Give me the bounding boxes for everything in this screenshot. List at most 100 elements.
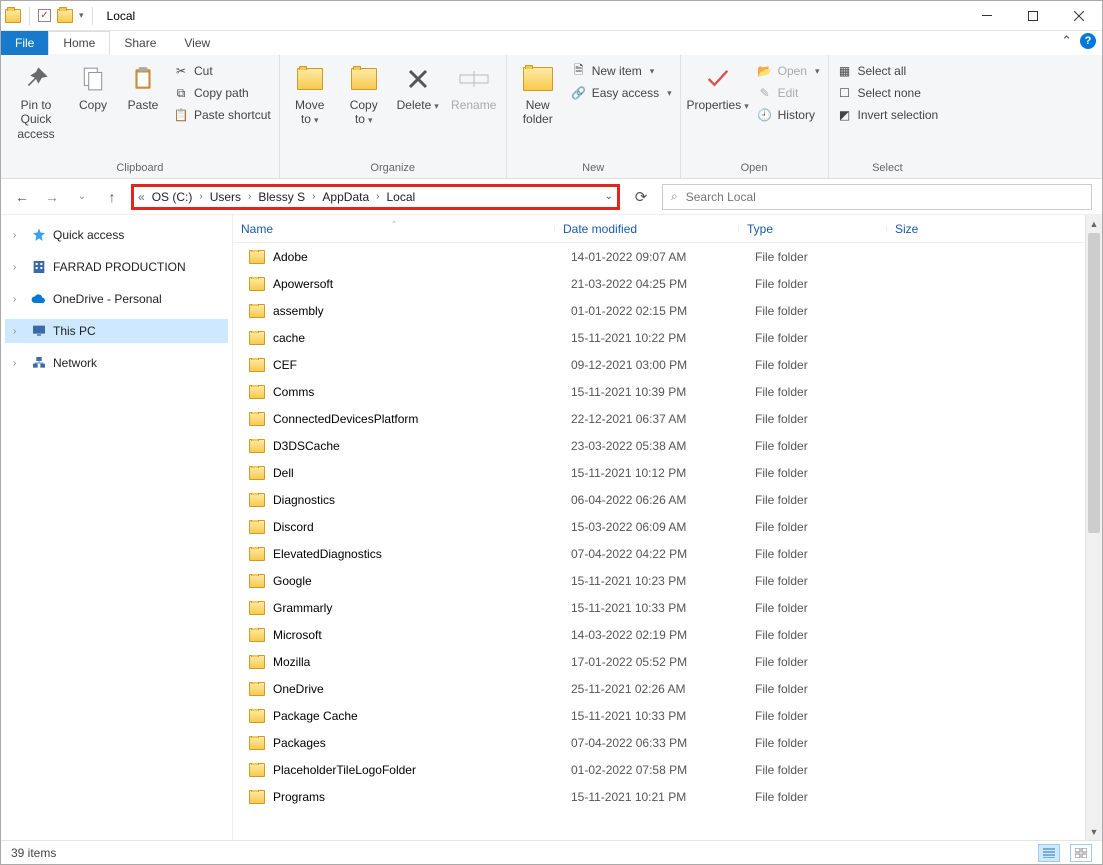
- file-row[interactable]: Dell15-11-2021 10:12 PMFile folder: [233, 459, 1085, 486]
- file-type: File folder: [747, 466, 895, 480]
- paste-shortcut-icon: 📋: [173, 107, 189, 123]
- file-row[interactable]: Discord15-03-2022 06:09 AMFile folder: [233, 513, 1085, 540]
- file-row[interactable]: ElevatedDiagnostics07-04-2022 04:22 PMFi…: [233, 540, 1085, 567]
- breadcrumb-item[interactable]: Local: [381, 188, 420, 206]
- sidebar-item[interactable]: ›Network: [5, 351, 228, 375]
- history-button[interactable]: 🕘History: [755, 105, 822, 125]
- sidebar-item[interactable]: ›This PC: [5, 319, 228, 343]
- expand-icon[interactable]: ›: [13, 230, 25, 241]
- breadcrumb-item[interactable]: OS (C:): [147, 188, 198, 206]
- content: ˆName Date modified Type Size Adobe14-01…: [233, 215, 1085, 840]
- edit-button[interactable]: ✎Edit: [755, 83, 822, 103]
- tab-file[interactable]: File: [1, 31, 48, 55]
- paste-shortcut-button[interactable]: 📋Paste shortcut: [171, 105, 273, 125]
- select-all-button[interactable]: ▦Select all: [835, 61, 941, 81]
- chevron-right-icon[interactable]: ›: [248, 191, 251, 202]
- easy-access-button[interactable]: 🔗Easy access▾: [569, 83, 674, 103]
- scroll-up-icon[interactable]: ▲: [1086, 215, 1102, 232]
- copy-path-button[interactable]: ⧉Copy path: [171, 83, 273, 103]
- file-row[interactable]: Mozilla17-01-2022 05:52 PMFile folder: [233, 648, 1085, 675]
- breadcrumb-item[interactable]: Users: [205, 188, 246, 206]
- file-row[interactable]: assembly01-01-2022 02:15 PMFile folder: [233, 297, 1085, 324]
- invert-selection-button[interactable]: ◩Invert selection: [835, 105, 941, 125]
- col-name[interactable]: ˆName: [233, 222, 555, 236]
- col-date[interactable]: Date modified: [555, 222, 739, 236]
- sidebar-item[interactable]: ›OneDrive - Personal: [5, 287, 228, 311]
- select-none-button[interactable]: ☐Select none: [835, 83, 941, 103]
- back-button[interactable]: ←: [11, 186, 33, 208]
- file-row[interactable]: Apowersoft21-03-2022 04:25 PMFile folder: [233, 270, 1085, 297]
- col-type[interactable]: Type: [739, 222, 887, 236]
- expand-icon[interactable]: ›: [13, 358, 25, 369]
- new-item-button[interactable]: 🗎New item▾: [569, 61, 674, 81]
- delete-button[interactable]: Delete▾: [394, 61, 442, 114]
- tab-share[interactable]: Share: [110, 31, 170, 55]
- chevron-right-icon[interactable]: ›: [199, 191, 202, 202]
- help-icon[interactable]: ?: [1080, 33, 1096, 49]
- breadcrumb-item[interactable]: AppData: [317, 188, 374, 206]
- open-button[interactable]: 📂Open▾: [755, 61, 822, 81]
- tab-view[interactable]: View: [170, 31, 224, 55]
- sidebar-item[interactable]: ›Quick access: [5, 223, 228, 247]
- qat-checkbox[interactable]: ✓: [38, 9, 51, 22]
- file-row[interactable]: Grammarly15-11-2021 10:33 PMFile folder: [233, 594, 1085, 621]
- pin-to-quick-access-button[interactable]: Pin to Quick access: [7, 61, 65, 143]
- forward-button[interactable]: →: [41, 186, 63, 208]
- properties-button[interactable]: Properties▾: [687, 61, 749, 114]
- thumbnails-view-button[interactable]: [1070, 844, 1092, 862]
- file-row[interactable]: D3DSCache23-03-2022 05:38 AMFile folder: [233, 432, 1085, 459]
- file-row[interactable]: OneDrive25-11-2021 02:26 AMFile folder: [233, 675, 1085, 702]
- copy-to-button[interactable]: Copy to▾: [340, 61, 388, 129]
- up-button[interactable]: ↑: [101, 186, 123, 208]
- file-date: 01-02-2022 07:58 PM: [563, 763, 747, 777]
- minimize-button[interactable]: [964, 1, 1010, 31]
- close-button[interactable]: [1056, 1, 1102, 31]
- chevron-right-icon[interactable]: ›: [312, 191, 315, 202]
- file-row[interactable]: Programs15-11-2021 10:21 PMFile folder: [233, 783, 1085, 810]
- scrollbar[interactable]: ▲ ▼: [1085, 215, 1102, 840]
- file-row[interactable]: Adobe14-01-2022 09:07 AMFile folder: [233, 243, 1085, 270]
- file-row[interactable]: Google15-11-2021 10:23 PMFile folder: [233, 567, 1085, 594]
- copy-button[interactable]: Copy: [71, 61, 115, 114]
- cut-button[interactable]: ✂Cut: [171, 61, 273, 81]
- tab-home[interactable]: Home: [48, 31, 110, 55]
- file-date: 21-03-2022 04:25 PM: [563, 277, 747, 291]
- details-view-button[interactable]: [1038, 844, 1060, 862]
- move-to-button[interactable]: Move to▾: [286, 61, 334, 129]
- expand-icon[interactable]: ›: [13, 294, 25, 305]
- chevron-right-icon[interactable]: ›: [376, 191, 379, 202]
- paste-button[interactable]: Paste: [121, 61, 165, 114]
- address-dropdown[interactable]: ⌄: [605, 191, 613, 202]
- sidebar-item[interactable]: ›FARRAD PRODUCTION: [5, 255, 228, 279]
- breadcrumb-item[interactable]: Blessy S: [253, 188, 310, 206]
- group-organize: Move to▾ Copy to▾ Delete▾ Rename Organiz…: [280, 55, 507, 178]
- new-folder-button[interactable]: New folder: [513, 61, 563, 129]
- folder-icon[interactable]: [57, 9, 73, 23]
- scroll-down-icon[interactable]: ▼: [1086, 823, 1102, 840]
- maximize-button[interactable]: [1010, 1, 1056, 31]
- expand-icon[interactable]: ›: [13, 326, 25, 337]
- file-row[interactable]: ConnectedDevicesPlatform22-12-2021 06:37…: [233, 405, 1085, 432]
- file-row[interactable]: Package Cache15-11-2021 10:33 PMFile fol…: [233, 702, 1085, 729]
- file-row[interactable]: cache15-11-2021 10:22 PMFile folder: [233, 324, 1085, 351]
- recent-locations-button[interactable]: ⌄: [71, 186, 93, 208]
- qat-dropdown[interactable]: ▾: [79, 10, 84, 21]
- file-row[interactable]: PlaceholderTileLogoFolder01-02-2022 07:5…: [233, 756, 1085, 783]
- col-size[interactable]: Size: [887, 222, 1085, 236]
- file-row[interactable]: Microsoft14-03-2022 02:19 PMFile folder: [233, 621, 1085, 648]
- file-row[interactable]: Diagnostics06-04-2022 06:26 AMFile folde…: [233, 486, 1085, 513]
- group-label: New: [513, 160, 674, 176]
- search-input[interactable]: [686, 190, 1083, 204]
- refresh-button[interactable]: ⟳: [628, 184, 654, 210]
- rename-button[interactable]: Rename: [448, 61, 500, 114]
- scroll-thumb[interactable]: [1088, 233, 1100, 533]
- folder-icon: [249, 304, 265, 318]
- address-bar[interactable]: « OS (C:)› Users› Blessy S› AppData› Loc…: [131, 184, 620, 210]
- file-row[interactable]: CEF09-12-2021 03:00 PMFile folder: [233, 351, 1085, 378]
- file-type: File folder: [747, 574, 895, 588]
- collapse-ribbon-icon[interactable]: ⌃: [1061, 33, 1072, 49]
- expand-icon[interactable]: ›: [13, 262, 25, 273]
- file-row[interactable]: Comms15-11-2021 10:39 PMFile folder: [233, 378, 1085, 405]
- search-box[interactable]: ⌕: [662, 184, 1092, 210]
- file-row[interactable]: Packages07-04-2022 06:33 PMFile folder: [233, 729, 1085, 756]
